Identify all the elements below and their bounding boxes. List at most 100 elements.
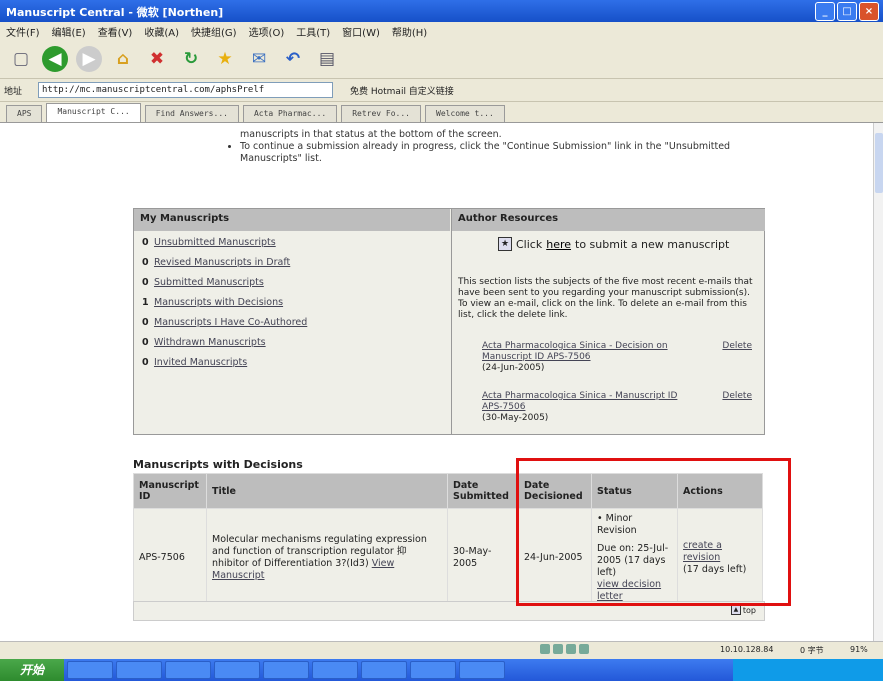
address-label: 地址 — [4, 87, 23, 97]
my-manuscripts-heading: My Manuscripts — [134, 209, 450, 231]
list-item: 0 Manuscripts I Have Co-Authored — [142, 317, 307, 337]
status-ip: 10.10.128.84 — [720, 645, 774, 654]
col-manuscript-id: Manuscript ID — [133, 473, 207, 509]
tab-find-answers[interactable]: Find Answers... — [144, 105, 239, 122]
home-icon[interactable]: ⌂ — [110, 46, 136, 72]
submitted-link[interactable]: Submitted Manuscripts — [154, 277, 264, 297]
taskbar-button[interactable] — [116, 661, 162, 679]
tab-acta-pharmac[interactable]: Acta Pharmac... — [242, 105, 338, 122]
author-resources-heading: Author Resources — [452, 209, 765, 231]
unsubmitted-link[interactable]: Unsubmitted Manuscripts — [154, 237, 276, 257]
invited-link[interactable]: Invited Manuscripts — [154, 357, 247, 377]
col-title: Title — [206, 473, 448, 509]
top-link[interactable]: ▲ top — [730, 605, 756, 615]
taskbar-button[interactable] — [67, 661, 113, 679]
menu-window[interactable]: 窗口(W) — [342, 24, 380, 39]
email-delete-link[interactable]: Delete — [722, 391, 752, 402]
tab-aps[interactable]: APS — [6, 105, 43, 122]
intro-line-1: manuscripts in that status at the bottom… — [240, 129, 502, 140]
system-tray — [733, 659, 883, 681]
tab-retrev[interactable]: Retrev Fo... — [341, 105, 421, 122]
taskbar-button[interactable] — [410, 661, 456, 679]
col-date-submitted: Date Submitted — [447, 473, 519, 509]
item-count: 0 — [142, 317, 149, 328]
vertical-scrollbar[interactable] — [873, 123, 883, 641]
menu-file[interactable]: 文件(F) — [6, 24, 40, 39]
menu-help[interactable]: 帮助(H) — [392, 24, 427, 39]
decisions-link[interactable]: Manuscripts with Decisions — [154, 297, 283, 317]
close-button[interactable]: × — [859, 2, 879, 21]
menu-options[interactable]: 选项(O) — [249, 24, 285, 39]
email-subject-link[interactable]: Acta Pharmacologica Sinica - Decision on… — [482, 341, 682, 363]
email-date: (24-Jun-2005) — [482, 363, 545, 373]
menu-bar: 文件(F) 编辑(E) 查看(V) 收藏(A) 快捷组(G) 选项(O) 工具(… — [0, 22, 883, 40]
menu-groups[interactable]: 快捷组(G) — [191, 24, 237, 39]
menu-tools[interactable]: 工具(T) — [296, 24, 330, 39]
refresh-icon[interactable]: ↻ — [178, 46, 204, 72]
toolbar: ▢ ◀ ▶ ⌂ ✖ ↻ ★ ✉ ↶ ▤ — [0, 40, 883, 79]
mail-icon[interactable]: ✉ — [246, 46, 272, 72]
status-zoom: 91% — [850, 645, 868, 654]
window-icon[interactable]: ▤ — [314, 46, 340, 72]
email-delete-link[interactable]: Delete — [722, 341, 752, 352]
arrow-up-icon: ▲ — [730, 605, 741, 615]
item-count: 0 — [142, 257, 149, 268]
top-label: top — [742, 605, 756, 615]
minimize-button[interactable]: _ — [815, 2, 835, 21]
intro-line-2: To continue a submission already in prog… — [240, 141, 768, 165]
links-bar[interactable]: 免费 Hotmail 自定义链接 — [350, 84, 454, 97]
menu-view[interactable]: 查看(V) — [98, 24, 133, 39]
address-input[interactable]: http://mc.manuscriptcentral.com/aphsPrel… — [38, 82, 333, 98]
withdrawn-link[interactable]: Withdrawn Manuscripts — [154, 337, 266, 357]
author-resources-panel: Author Resources ★ Click here to submit … — [451, 209, 765, 434]
forward-icon[interactable]: ▶ — [76, 46, 102, 72]
taskbar-button[interactable] — [263, 661, 309, 679]
status-bytes: 0 字节 — [800, 646, 824, 655]
email-entry: Acta Pharmacologica Sinica - Decision on… — [482, 341, 752, 374]
back-icon[interactable]: ◀ — [42, 46, 68, 72]
email-entry: Acta Pharmacologica Sinica - Manuscript … — [482, 391, 752, 424]
submit-icon: ★ — [498, 237, 512, 251]
popup-icon — [553, 644, 563, 654]
revised-draft-link[interactable]: Revised Manuscripts in Draft — [154, 257, 290, 277]
list-item: 0 Withdrawn Manuscripts — [142, 337, 307, 357]
scrollbar-thumb[interactable] — [875, 133, 883, 193]
item-count: 0 — [142, 277, 149, 288]
decisions-heading: Manuscripts with Decisions — [133, 458, 303, 471]
maximize-button[interactable]: □ — [837, 2, 857, 21]
co-authored-link[interactable]: Manuscripts I Have Co-Authored — [154, 317, 307, 337]
taskbar-button[interactable] — [165, 661, 211, 679]
network-icon — [579, 644, 589, 654]
item-count: 0 — [142, 337, 149, 348]
status-icons — [540, 644, 589, 654]
cell-title: Molecular mechanisms regulating expressi… — [206, 508, 448, 608]
favorites-icon[interactable]: ★ — [212, 46, 238, 72]
submit-text-pre: Click — [516, 237, 543, 251]
list-item: 0 Submitted Manuscripts — [142, 277, 307, 297]
submit-here-link[interactable]: here — [546, 238, 571, 251]
status-bar: 10.10.128.84 0 字节 91% — [0, 641, 883, 659]
new-icon[interactable]: ▢ — [8, 46, 34, 72]
stop-icon[interactable]: ✖ — [144, 46, 170, 72]
menu-edit[interactable]: 编辑(E) — [52, 24, 86, 39]
taskbar-button[interactable] — [312, 661, 358, 679]
submit-text-post: to submit a new manuscript — [575, 237, 730, 251]
submit-new-manuscript: ★ Click here to submit a new manuscript — [498, 237, 729, 251]
undo-icon[interactable]: ↶ — [280, 46, 306, 72]
list-item: 1 Manuscripts with Decisions — [142, 297, 307, 317]
window-title-bar: Manuscript Central - 微软 [Northen] _ □ × — [0, 0, 883, 22]
taskbar: 开始 — [0, 659, 883, 681]
cell-manuscript-id: APS-7506 — [133, 508, 207, 608]
taskbar-button[interactable] — [361, 661, 407, 679]
author-resources-description: This section lists the subjects of the f… — [458, 277, 753, 320]
tab-welcome[interactable]: Welcome t... — [425, 105, 505, 122]
taskbar-button[interactable] — [459, 661, 505, 679]
security-icon — [540, 644, 550, 654]
list-item: 0 Unsubmitted Manuscripts — [142, 237, 307, 257]
dashboard-panel: My Manuscripts 0 Unsubmitted Manuscripts … — [133, 208, 765, 435]
menu-favorites[interactable]: 收藏(A) — [144, 24, 179, 39]
taskbar-button[interactable] — [214, 661, 260, 679]
start-button[interactable]: 开始 — [0, 659, 64, 681]
email-subject-link[interactable]: Acta Pharmacologica Sinica - Manuscript … — [482, 391, 682, 413]
tab-manuscript-central[interactable]: Manuscript C... — [46, 103, 141, 122]
